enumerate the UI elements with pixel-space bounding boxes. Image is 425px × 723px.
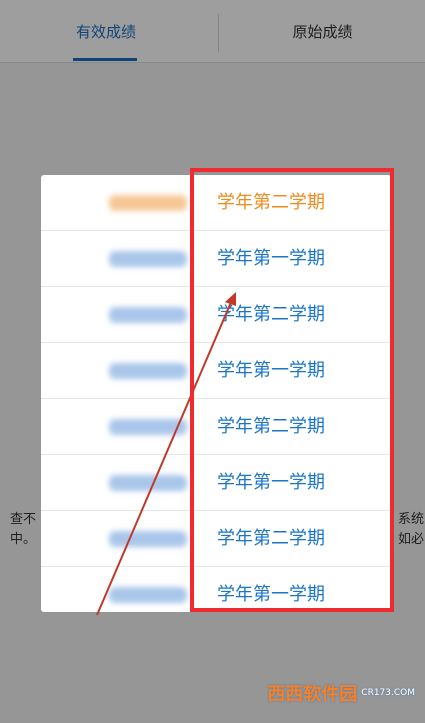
term-label: 学年第一学期 <box>217 472 325 493</box>
picker-option[interactable]: 学年第二学期 <box>41 511 391 567</box>
term-label: 学年第一学期 <box>217 584 325 605</box>
term-label: 学年第一学期 <box>217 248 325 269</box>
blurred-year <box>109 307 187 323</box>
blurred-year <box>109 531 187 547</box>
blurred-year <box>109 475 187 491</box>
picker-option[interactable]: 学年第一学期 <box>41 455 391 511</box>
picker-option[interactable]: 学年第一学期 <box>41 343 391 399</box>
watermark-brand: 西西软件园 <box>267 684 358 705</box>
blurred-year <box>109 195 187 211</box>
picker-option[interactable]: 学年第一学期 <box>41 231 391 287</box>
term-picker-dialog: 学年第二学期 学年第一学期 学年第二学期 学年第一学期 学年第二学期 学年第一学… <box>41 175 391 612</box>
watermark: 西西软件园 CR173.COM <box>267 673 415 713</box>
blurred-year <box>109 419 187 435</box>
picker-option[interactable]: 学年第二学期 <box>41 175 391 231</box>
term-label: 学年第二学期 <box>217 192 325 213</box>
term-label: 学年第二学期 <box>217 304 325 325</box>
term-label: 学年第二学期 <box>217 528 325 549</box>
term-label: 学年第二学期 <box>217 416 325 437</box>
picker-option[interactable]: 学年第二学期 <box>41 287 391 343</box>
blurred-year <box>109 251 187 267</box>
picker-option[interactable]: 学年第一学期 <box>41 567 391 612</box>
blurred-year <box>109 587 187 603</box>
blurred-year <box>109 363 187 379</box>
watermark-url: CR173.COM <box>361 688 415 698</box>
term-label: 学年第一学期 <box>217 360 325 381</box>
picker-option[interactable]: 学年第二学期 <box>41 399 391 455</box>
